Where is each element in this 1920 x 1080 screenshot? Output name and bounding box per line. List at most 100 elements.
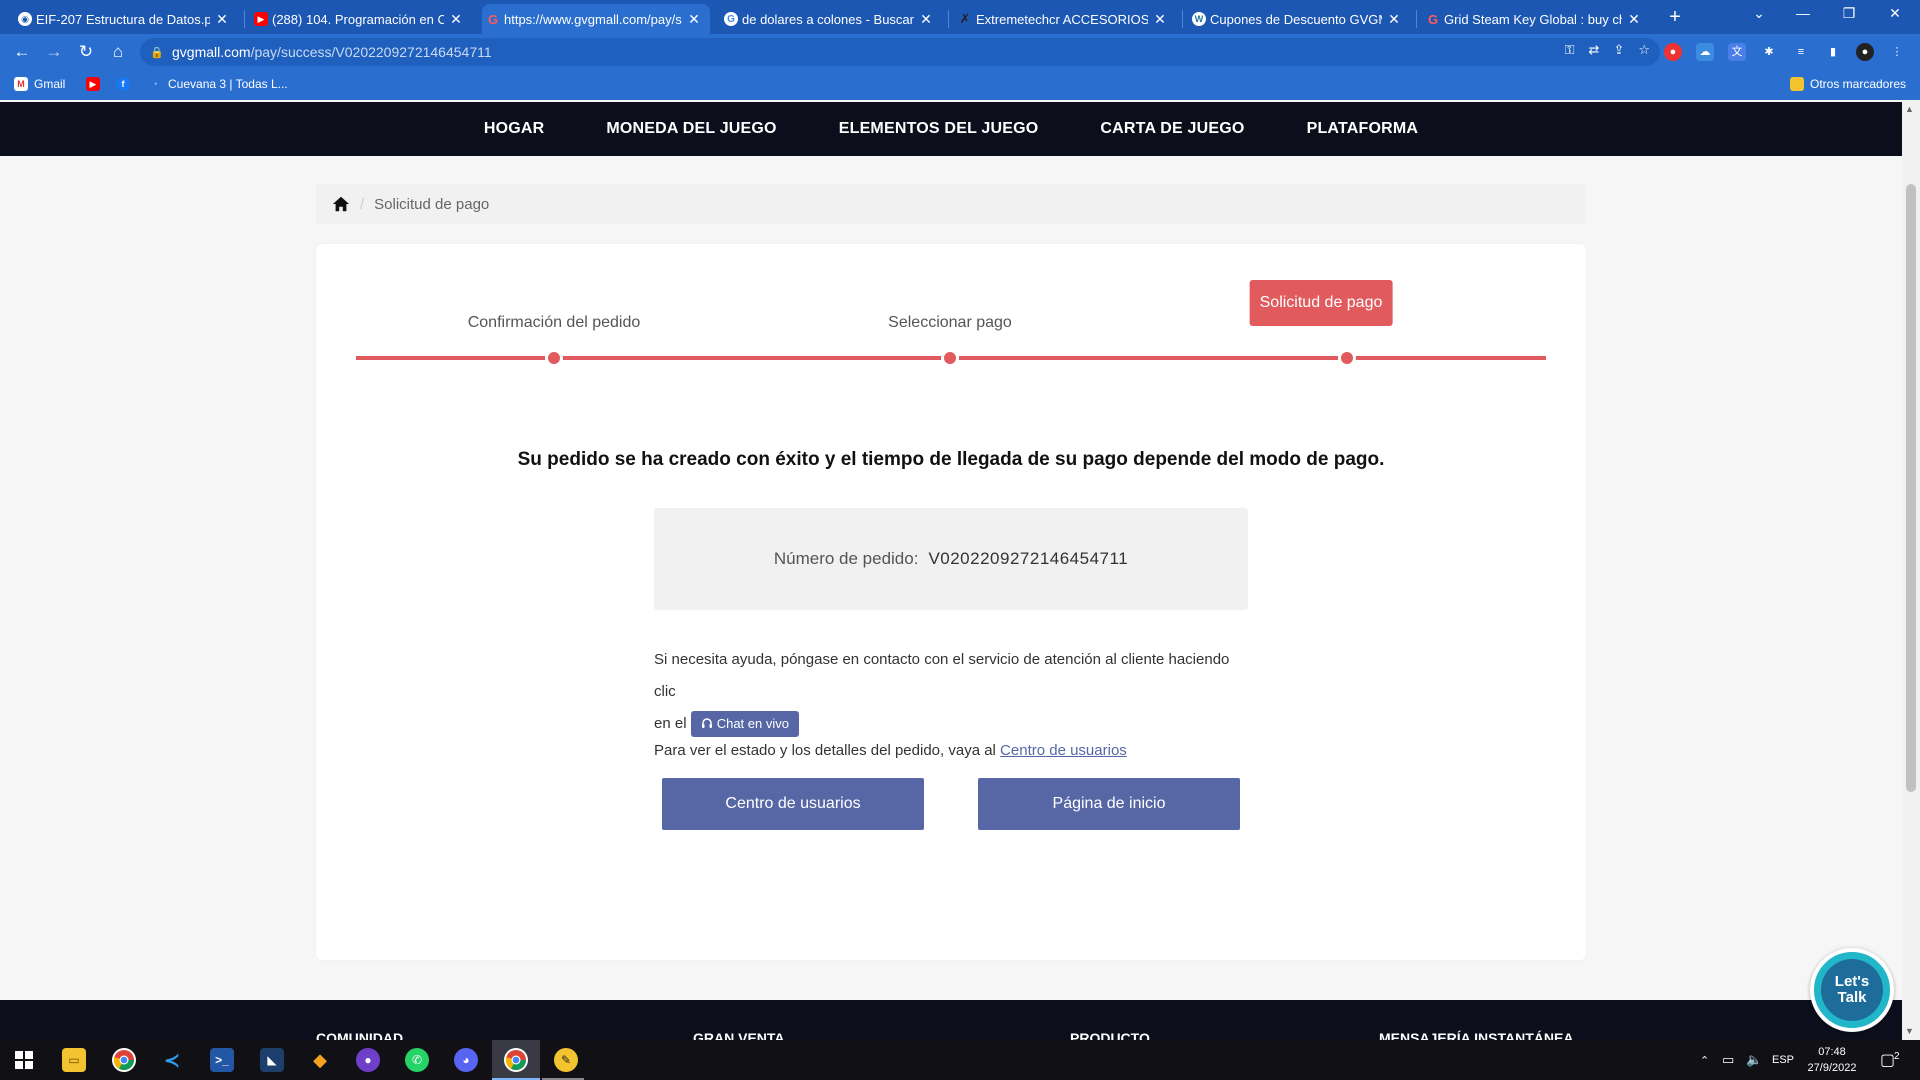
url-host: gvgmall.com xyxy=(172,44,251,60)
close-icon[interactable]: ✕ xyxy=(686,11,702,28)
step-label-confirmation: Confirmación del pedido xyxy=(467,314,641,331)
puzzle-icon[interactable]: ✱ xyxy=(1760,43,1778,61)
bookmarks-bar: M Gmail ▶ f ◔ Cuevana 3 | Todas L... Otr… xyxy=(0,70,1920,100)
network-icon[interactable]: ▭ xyxy=(1722,1040,1734,1080)
close-icon[interactable]: ✕ xyxy=(448,11,464,28)
github-icon[interactable]: ● xyxy=(356,1048,380,1072)
footer-heading: COMUNIDAD xyxy=(316,1030,404,1040)
live-chat-label: Chat en vivo xyxy=(716,716,789,732)
clock[interactable]: 07:48 27/9/2022 xyxy=(1800,1044,1864,1076)
breadcrumb: / Solicitud de pago xyxy=(316,184,1586,224)
headset-icon xyxy=(701,718,712,729)
g-icon: G xyxy=(487,11,499,27)
live-chat-button[interactable]: Chat en vivo xyxy=(690,711,799,738)
cloud-extension-icon[interactable]: ☁ xyxy=(1696,43,1714,61)
nav-carta-de-juego[interactable]: CARTA DE JUEGO xyxy=(1100,120,1244,138)
nav-plataforma[interactable]: PLATAFORMA xyxy=(1307,120,1419,138)
step-node-active xyxy=(1338,349,1356,367)
bookmark-gmail[interactable]: M Gmail xyxy=(14,77,65,91)
vscode-icon[interactable]: ≺ xyxy=(160,1048,184,1072)
key-icon[interactable]: ⚿ xyxy=(1565,42,1575,58)
browser-tab[interactable]: ✗ Extremetechcr ACCESORIOS CA ✕ xyxy=(954,4,1176,34)
youtube-icon: ▶ xyxy=(254,12,268,26)
profile-avatar[interactable]: ● xyxy=(1856,43,1874,61)
address-bar[interactable]: 🔒 gvgmall.com/pay/success/V0202209272146… xyxy=(140,38,1660,66)
back-icon[interactable]: ← xyxy=(10,40,34,64)
tab-title: de dolares a colones - Buscar co xyxy=(742,11,914,27)
nav-moneda-del-juego[interactable]: MONEDA DEL JUEGO xyxy=(606,120,776,138)
linux-app-icon[interactable]: ◆ xyxy=(308,1048,332,1072)
visual-studio-icon[interactable]: ◣ xyxy=(260,1048,284,1072)
help-line: Si necesita ayuda, póngase en contacto c… xyxy=(654,651,1230,700)
new-tab-button[interactable]: + xyxy=(1663,6,1687,29)
notification-icon[interactable]: ▢ xyxy=(1880,1040,1895,1080)
windows-start-icon[interactable] xyxy=(12,1048,36,1072)
discord-icon[interactable]: ◕ xyxy=(454,1048,478,1072)
scroll-down-icon[interactable]: ▼ xyxy=(1905,1026,1914,1036)
close-icon[interactable]: ✕ xyxy=(918,11,934,28)
home-icon[interactable]: ⌂ xyxy=(106,40,130,64)
nav-hogar[interactable]: HOGAR xyxy=(484,120,545,138)
other-bookmarks[interactable]: Otros marcadores xyxy=(1790,77,1906,91)
bookmark-cuevana[interactable]: ◔ Cuevana 3 | Todas L... xyxy=(148,77,287,91)
page-scrollbar[interactable]: ▲ ▼ xyxy=(1902,100,1920,1040)
tab-title: (288) 104. Programación en C++ xyxy=(272,11,444,27)
tab-title: https://www.gvgmall.com/pay/s xyxy=(504,11,682,27)
wordpress-icon: W xyxy=(1192,12,1206,26)
payment-card: Confirmación del pedido Seleccionar pago… xyxy=(316,244,1586,960)
chrome-icon[interactable] xyxy=(504,1048,528,1072)
forward-icon[interactable]: → xyxy=(42,40,66,64)
browser-tab[interactable]: G de dolares a colones - Buscar co ✕ xyxy=(720,4,942,34)
minimize-icon[interactable]: — xyxy=(1780,5,1826,21)
footer-heading: PRODUCTO xyxy=(1070,1030,1150,1040)
menu-icon[interactable]: ⋮ xyxy=(1888,43,1906,61)
browser-tab[interactable]: G Grid Steam Key Global : buy che ✕ xyxy=(1422,4,1650,34)
bookmark-facebook[interactable]: f xyxy=(116,77,130,91)
close-window-icon[interactable]: ✕ xyxy=(1872,5,1918,22)
translate-extension-icon[interactable]: 文 xyxy=(1728,43,1746,61)
close-icon[interactable]: ✕ xyxy=(1152,11,1168,28)
clock-date: 27/9/2022 xyxy=(1807,1062,1857,1074)
language-indicator[interactable]: ESP xyxy=(1772,1040,1794,1080)
tab-search-icon[interactable]: ⌄ xyxy=(1736,5,1782,22)
reload-icon[interactable]: ↻ xyxy=(74,40,98,64)
volume-icon[interactable]: 🔈 xyxy=(1746,1040,1762,1080)
powershell-icon[interactable]: >_ xyxy=(210,1048,234,1072)
translate-icon[interactable]: ⇄ xyxy=(1589,42,1600,58)
whatsapp-icon[interactable]: ✆ xyxy=(405,1048,429,1072)
close-icon[interactable]: ✕ xyxy=(1626,11,1642,28)
file-explorer-icon[interactable]: ▭ xyxy=(62,1048,86,1072)
share-icon[interactable]: ⇪ xyxy=(1613,42,1624,58)
breadcrumb-separator: / xyxy=(360,195,365,213)
browser-tab[interactable]: ◉ EIF-207 Estructura de Datos.pdf ✕ xyxy=(14,4,238,34)
step-node xyxy=(545,349,563,367)
bookmark-youtube[interactable]: ▶ xyxy=(86,77,100,91)
home-page-button[interactable]: Página de inicio xyxy=(978,778,1240,830)
nav-elementos-del-juego[interactable]: ELEMENTOS DEL JUEGO xyxy=(839,120,1039,138)
scroll-up-icon[interactable]: ▲ xyxy=(1905,104,1914,114)
browser-tab[interactable]: W Cupones de Descuento GVGMa ✕ xyxy=(1188,4,1410,34)
sticky-app-icon[interactable]: ✎ xyxy=(554,1048,578,1072)
close-icon[interactable]: ✕ xyxy=(1386,11,1402,28)
footer-heading: GRAN VENTA xyxy=(693,1030,785,1040)
browser-tab-active[interactable]: G https://www.gvgmall.com/pay/s ✕ xyxy=(482,4,710,34)
scrollbar-thumb[interactable] xyxy=(1906,184,1916,792)
user-center-link[interactable]: Centro de usuarios xyxy=(1000,742,1127,759)
playlist-icon[interactable]: ≡ xyxy=(1792,43,1810,61)
tray-chevron-icon[interactable]: ⌃ xyxy=(1700,1040,1709,1080)
restore-icon[interactable]: ❐ xyxy=(1826,5,1872,22)
close-icon[interactable]: ✕ xyxy=(214,11,230,28)
star-icon[interactable]: ☆ xyxy=(1638,42,1650,58)
chrome-icon[interactable] xyxy=(112,1048,136,1072)
page-content: / Solicitud de pago Confirmación del ped… xyxy=(0,156,1902,1040)
extension-icon[interactable]: ● xyxy=(1664,43,1682,61)
lets-talk-widget[interactable]: Let's Talk xyxy=(1810,948,1894,1032)
home-icon[interactable] xyxy=(332,195,350,213)
browser-tab[interactable]: ▶ (288) 104. Programación en C++ ✕ xyxy=(250,4,472,34)
notification-count: 2 xyxy=(1894,1050,1900,1062)
facebook-icon: f xyxy=(116,77,130,91)
sidepanel-icon[interactable]: ▮ xyxy=(1824,43,1842,61)
user-center-button[interactable]: Centro de usuarios xyxy=(662,778,924,830)
tab-title: EIF-207 Estructura de Datos.pdf xyxy=(36,11,210,27)
site-nav: HOGAR MONEDA DEL JUEGO ELEMENTOS DEL JUE… xyxy=(0,102,1902,156)
